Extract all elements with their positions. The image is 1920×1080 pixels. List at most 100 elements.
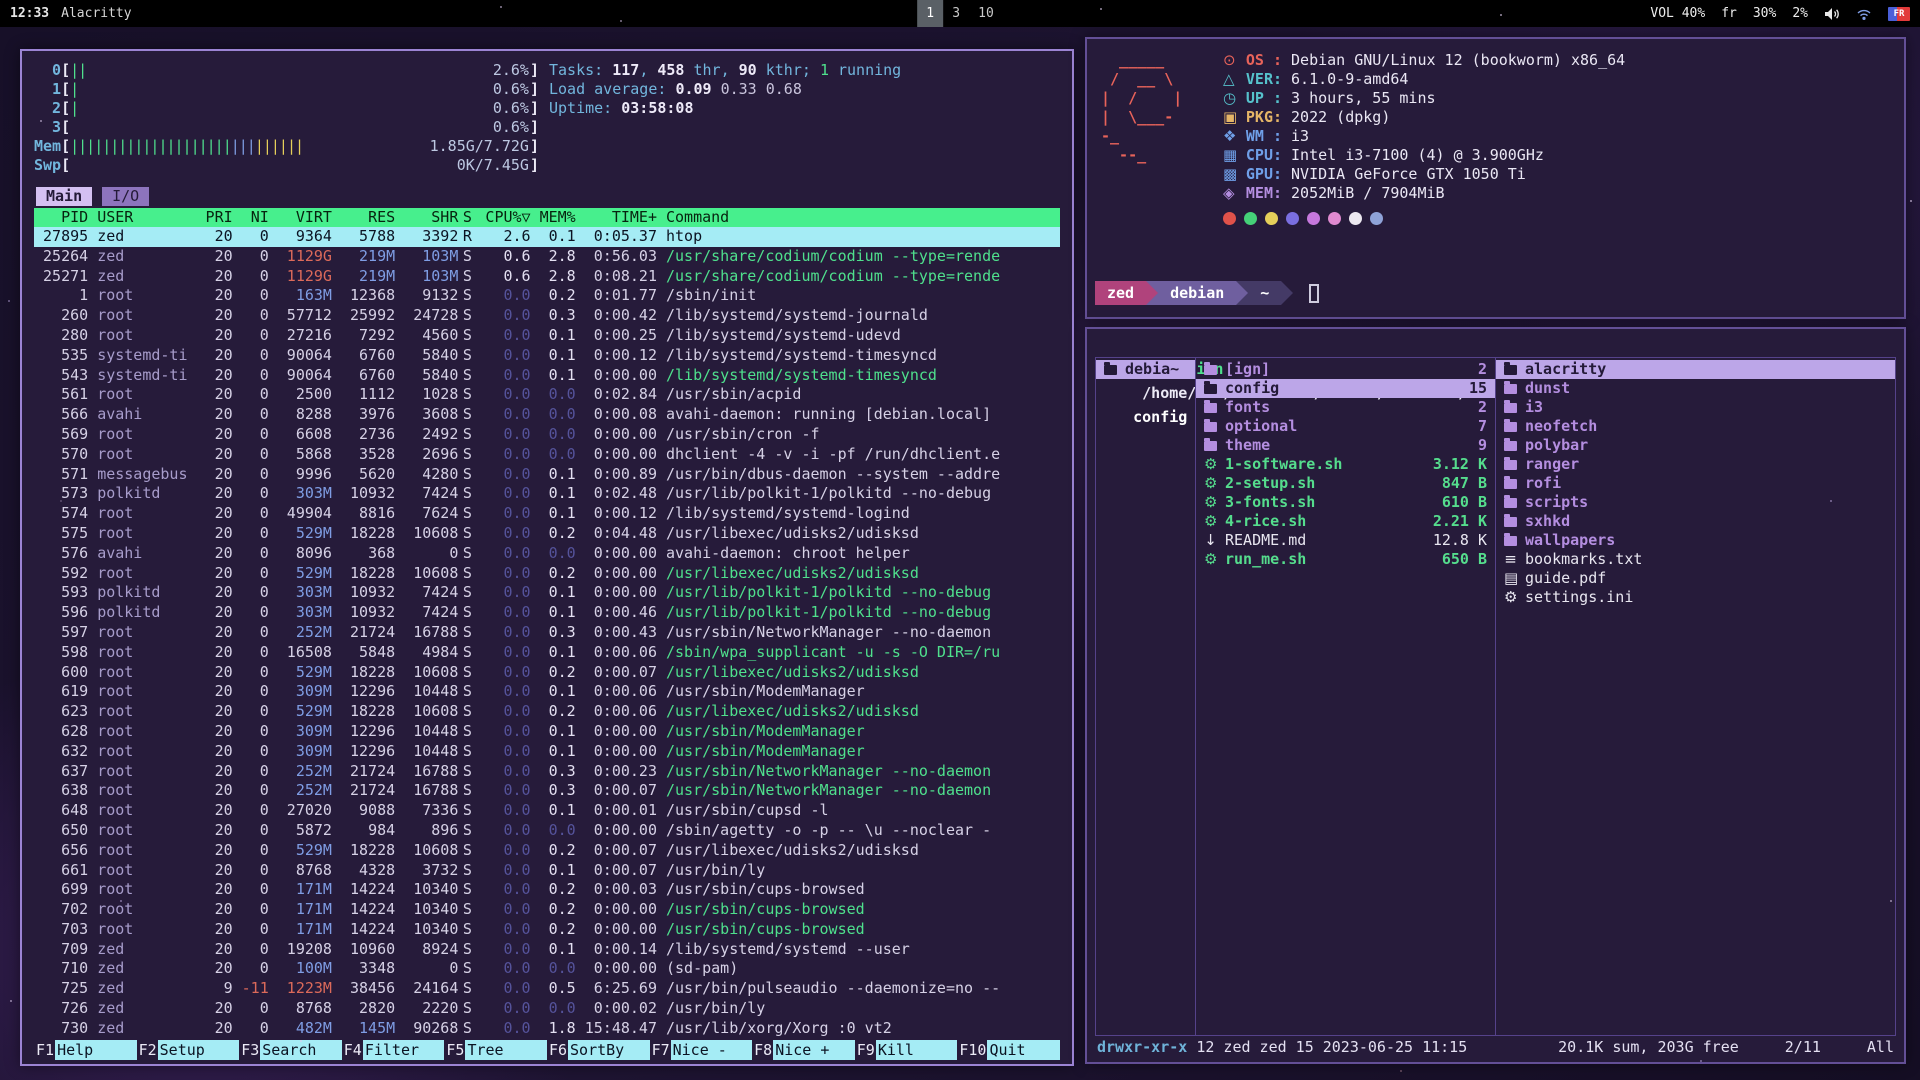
process-row[interactable]: 709zed20019208109608924S0.00.10:00.14/li… [34, 940, 1060, 960]
process-row[interactable]: 656root200529M1822810608S0.00.20:00.07/u… [34, 841, 1060, 861]
column-header-pri[interactable]: PRI [197, 208, 233, 227]
column-header-virt[interactable]: VIRT [269, 208, 332, 227]
file-item-1-software.sh[interactable]: ⚙1-software.sh3.12 K [1196, 455, 1495, 474]
process-row[interactable]: 623root200529M1822810608S0.00.20:00.06/u… [34, 702, 1060, 722]
column-header-res[interactable]: RES [332, 208, 395, 227]
process-row[interactable]: 598root2001650858484984S0.00.10:00.06/sb… [34, 643, 1060, 663]
fkey-nice[interactable]: F8Nice + [752, 1040, 855, 1060]
file-item-rofi[interactable]: rofi [1496, 474, 1895, 493]
column-header-s[interactable]: S [458, 208, 476, 227]
process-row[interactable]: 25271zed2001129G219M103MS0.62.80:08.21/u… [34, 267, 1060, 287]
fkey-nice[interactable]: F7Nice - [650, 1040, 753, 1060]
fkey-sortby[interactable]: F6SortBy [547, 1040, 650, 1060]
process-row[interactable]: 574root2004990488167624S0.00.10:00.12/li… [34, 504, 1060, 524]
workspace-button-3[interactable]: 3 [943, 0, 969, 27]
fkey-setup[interactable]: F2Setup [137, 1040, 240, 1060]
palette-dot [1223, 212, 1236, 225]
column-header-command[interactable]: Command [657, 208, 1060, 227]
process-row[interactable]: 569root200660827362492S0.00.00:00.00/usr… [34, 425, 1060, 445]
process-row[interactable]: 575root200529M1822810608S0.00.20:04.48/u… [34, 524, 1060, 544]
memory-meter-label: Mem [34, 137, 61, 156]
process-row[interactable]: 726zed200876828202220S0.00.00:00.02/usr/… [34, 999, 1060, 1019]
process-row[interactable]: 561root200250011121028S0.00.00:02.84/usr… [34, 385, 1060, 405]
file-item-optional[interactable]: optional7 [1196, 417, 1495, 436]
workspace-button-10[interactable]: 10 [969, 0, 1003, 27]
column-header-time[interactable]: TIME+ [576, 208, 657, 227]
workspace-button-1[interactable]: 1 [917, 0, 943, 27]
file-item-alacritty[interactable]: alacritty [1496, 360, 1895, 379]
fkey-search[interactable]: F3Search [239, 1040, 342, 1060]
process-row[interactable]: 710zed200100M33480S0.00.00:00.00(sd-pam) [34, 959, 1060, 979]
htop-terminal-window[interactable]: 0[||2.6%]1[|0.6%]2[|0.6%]3[0.6%]Mem[||||… [20, 49, 1074, 1066]
file-item-settings.ini[interactable]: ⚙settings.ini [1496, 588, 1895, 607]
file-item-3-fonts.sh[interactable]: ⚙3-fonts.sh610 B [1196, 493, 1495, 512]
file-item-sxhkd[interactable]: sxhkd [1496, 512, 1895, 531]
file-item-4-rice.sh[interactable]: ⚙4-rice.sh2.21 K [1196, 512, 1495, 531]
column-header-pid[interactable]: PID [34, 208, 88, 227]
file-item-readme.md[interactable]: ↓README.md12.8 K [1196, 531, 1495, 550]
fkey-quit[interactable]: F10Quit [957, 1040, 1060, 1060]
process-row[interactable]: 661root200876843283732S0.00.10:00.07/usr… [34, 861, 1060, 881]
process-row[interactable]: 600root200529M1822810608S0.00.20:00.07/u… [34, 663, 1060, 683]
file-item-neofetch[interactable]: neofetch [1496, 417, 1895, 436]
file-item-guide.pdf[interactable]: ▤guide.pdf [1496, 569, 1895, 588]
column-header-cpu[interactable]: CPU%▽ [476, 208, 530, 227]
fkey-filter[interactable]: F4Filter [342, 1040, 445, 1060]
fkey-help[interactable]: F1Help [34, 1040, 137, 1060]
process-row[interactable]: 566avahi200828839763608S0.00.00:00.08ava… [34, 405, 1060, 425]
process-row[interactable]: 637root200252M2172416788S0.00.30:00.23/u… [34, 762, 1060, 782]
process-row[interactable]: 702root200171M1422410340S0.00.20:00.00/u… [34, 900, 1060, 920]
ranger-terminal-window[interactable]: zed@debian /home/zed/Documents/GitHub/de… [1085, 327, 1906, 1064]
file-item-bookmarks.txt[interactable]: ≡bookmarks.txt [1496, 550, 1895, 569]
file-item-ign[interactable]: [ign]2 [1196, 360, 1495, 379]
process-row[interactable]: 543systemd-ti2009006467605840S0.00.10:00… [34, 366, 1060, 386]
folder-icon [1504, 441, 1517, 451]
process-row[interactable]: 638root200252M2172416788S0.00.30:00.07/u… [34, 781, 1060, 801]
file-item-polybar[interactable]: polybar [1496, 436, 1895, 455]
process-row[interactable]: 725zed9-111223M3845624164S0.00.56:25.69/… [34, 979, 1060, 999]
process-row[interactable]: 597root200252M2172416788S0.00.30:00.43/u… [34, 623, 1060, 643]
process-row[interactable]: 619root200309M1229610448S0.00.10:00.06/u… [34, 682, 1060, 702]
process-row[interactable]: 703root200171M1422410340S0.00.20:00.00/u… [34, 920, 1060, 940]
column-header-ni[interactable]: NI [233, 208, 269, 227]
file-item-ranger[interactable]: ranger [1496, 455, 1895, 474]
process-row[interactable]: 535systemd-ti2009006467605840S0.00.10:00… [34, 346, 1060, 366]
process-row[interactable]: 650root2005872984896S0.00.00:00.00/sbin/… [34, 821, 1060, 841]
process-row[interactable]: 571messagebus200999656204280S0.00.10:00.… [34, 465, 1060, 485]
process-row[interactable]: 573polkitd200303M109327424S0.00.10:02.48… [34, 484, 1060, 504]
file-item-theme[interactable]: theme9 [1196, 436, 1495, 455]
process-row[interactable]: 1root200163M123689132S0.00.20:01.77/sbin… [34, 286, 1060, 306]
file-item-dunst[interactable]: dunst [1496, 379, 1895, 398]
tab-main[interactable]: Main [36, 187, 92, 206]
process-row[interactable]: 25264zed2001129G219M103MS0.62.80:56.03/u… [34, 247, 1060, 267]
column-header-shr[interactable]: SHR [395, 208, 458, 227]
process-row[interactable]: 570root200586835282696S0.00.00:00.00dhcl… [34, 445, 1060, 465]
file-item-debia[interactable]: debia~ [1096, 360, 1195, 379]
file-item-scripts[interactable]: scripts [1496, 493, 1895, 512]
fkey-kill[interactable]: F9Kill [855, 1040, 958, 1060]
process-row[interactable]: 596polkitd200303M109327424S0.00.10:00.46… [34, 603, 1060, 623]
tab-i-o[interactable]: I/O [102, 187, 149, 206]
process-row[interactable]: 632root200309M1229610448S0.00.10:00.00/u… [34, 742, 1060, 762]
file-item-wallpapers[interactable]: wallpapers [1496, 531, 1895, 550]
file-item-fonts[interactable]: fonts2 [1196, 398, 1495, 417]
process-row[interactable]: 628root200309M1229610448S0.00.10:00.00/u… [34, 722, 1060, 742]
process-row[interactable]: 593polkitd200303M109327424S0.00.10:00.00… [34, 583, 1060, 603]
column-header-user[interactable]: USER [88, 208, 196, 227]
file-item-i3[interactable]: i3 [1496, 398, 1895, 417]
process-row[interactable]: 592root200529M1822810608S0.00.20:00.00/u… [34, 564, 1060, 584]
process-row[interactable]: 576avahi20080963680S0.00.00:00.00avahi-d… [34, 544, 1060, 564]
file-item-2-setup.sh[interactable]: ⚙2-setup.sh847 B [1196, 474, 1495, 493]
process-row[interactable]: 27895zed200936457883392R2.60.10:05.37hto… [34, 227, 1060, 247]
neofetch-terminal-window[interactable]: _____ / __ \ | / | | \___- -_ --_ ⊙OS :D… [1085, 37, 1906, 319]
file-item-run-me.sh[interactable]: ⚙run_me.sh650 B [1196, 550, 1495, 569]
process-row[interactable]: 730zed200482M145M90268S0.01.815:48.47/us… [34, 1019, 1060, 1039]
column-header-mem[interactable]: MEM% [531, 208, 576, 227]
process-row[interactable]: 699root200171M1422410340S0.00.20:00.03/u… [34, 880, 1060, 900]
shell-prompt[interactable]: zeddebian~ [1095, 281, 1319, 305]
fkey-tree[interactable]: F5Tree [444, 1040, 547, 1060]
process-row[interactable]: 260root200577122599224728S0.00.30:00.42/… [34, 306, 1060, 326]
process-row[interactable]: 648root2002702090887336S0.00.10:00.01/us… [34, 801, 1060, 821]
process-row[interactable]: 280root2002721672924560S0.00.10:00.25/li… [34, 326, 1060, 346]
file-item-config[interactable]: config15 [1196, 379, 1495, 398]
